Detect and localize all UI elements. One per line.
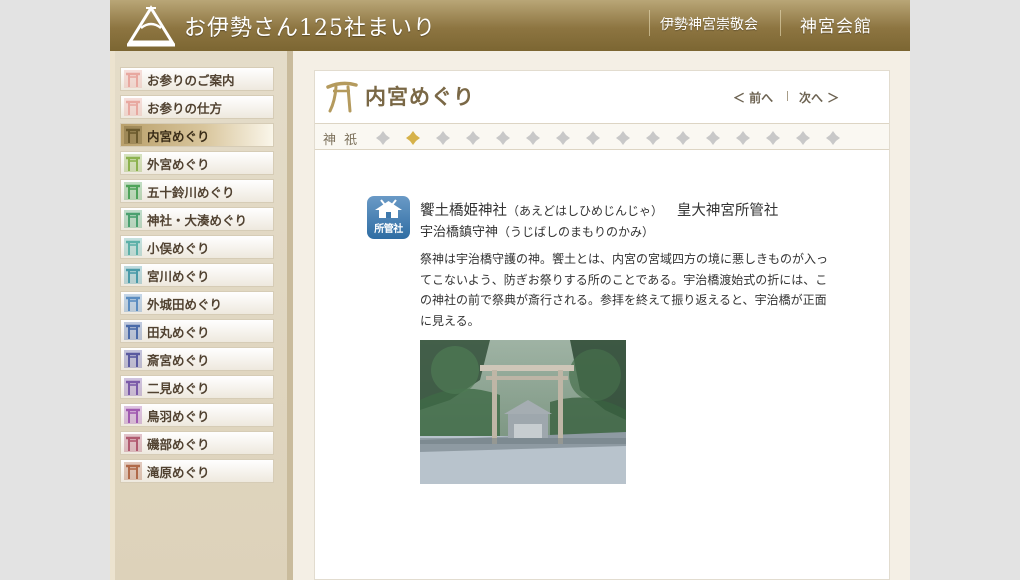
sidebar-item[interactable]: 宮川めぐり bbox=[120, 263, 274, 287]
sidebar-item[interactable]: 外宮めぐり bbox=[120, 151, 274, 175]
torii-icon bbox=[121, 404, 145, 426]
sidebar-item-label: お参りのご案内 bbox=[147, 72, 235, 88]
sidebar-item-label: 田丸めぐり bbox=[147, 324, 210, 340]
subnav-diamond-icon[interactable] bbox=[646, 130, 660, 145]
sidebar-item-label: 内宮めぐり bbox=[147, 128, 210, 144]
sidebar-item[interactable]: 二見めぐり bbox=[120, 375, 274, 399]
torii-icon bbox=[121, 376, 145, 398]
subnav-diamond-icon[interactable] bbox=[706, 130, 720, 145]
header-divider bbox=[649, 10, 650, 36]
shrine-description: 祭神は宇治橋守護の神。饗土とは、内宮の宮域四方の境に悪しきものが入ってこないよう… bbox=[420, 252, 829, 328]
torii-icon bbox=[121, 236, 145, 258]
torii-icon bbox=[121, 152, 145, 174]
shrine-name-line: 饗土橋姫神社（あえどはしひめじんじゃ） 皇大神宮所管社 bbox=[420, 199, 778, 220]
site-title[interactable]: お伊勢さん125社まいり bbox=[184, 10, 436, 42]
sidebar-item[interactable]: 磯部めぐり bbox=[120, 431, 274, 455]
next-link[interactable]: 次へ ＞ bbox=[799, 89, 839, 106]
deity-name: 宇治橋鎮守神 bbox=[420, 225, 499, 240]
sidebar-item[interactable]: 斎宮めぐり bbox=[120, 347, 274, 371]
shrine-building-icon bbox=[375, 199, 402, 218]
sidebar-item-label: 外宮めぐり bbox=[147, 156, 210, 172]
subnav-diamond-icon[interactable] bbox=[496, 130, 510, 145]
sidebar-item-label: お参りの仕方 bbox=[147, 100, 223, 116]
torii-icon bbox=[121, 208, 145, 230]
torii-icon bbox=[121, 96, 145, 118]
subnav-diamond-icon[interactable] bbox=[556, 130, 570, 145]
sidebar-item[interactable]: 五十鈴川めぐり bbox=[120, 179, 274, 203]
sidebar-item-label: 滝原めぐり bbox=[147, 464, 210, 480]
badge-label: 所管社 bbox=[374, 224, 403, 235]
shrine-affiliation: 皇大神宮所管社 bbox=[676, 203, 779, 219]
sidebar-item[interactable]: 神社・大湊めぐり bbox=[120, 207, 274, 231]
torii-icon bbox=[121, 348, 145, 370]
sidebar-item-label: 二見めぐり bbox=[147, 380, 210, 396]
sidebar-item-label: 磯部めぐり bbox=[147, 436, 210, 452]
subnav-diamond-icon[interactable] bbox=[436, 130, 450, 145]
shrine-photo bbox=[420, 340, 626, 484]
prev-link[interactable]: ＜ 前へ bbox=[733, 89, 773, 106]
site-header: お伊勢さん125社まいり 伊勢神宮崇敬会 神宮会館 bbox=[110, 0, 910, 51]
subnav-diamond-icon[interactable] bbox=[466, 130, 480, 145]
shokansha-badge: 所管社 bbox=[367, 196, 410, 239]
torii-heading-icon bbox=[326, 81, 358, 113]
sidebar-item-label: 小俣めぐり bbox=[147, 240, 210, 256]
subnav-diamond-icon[interactable] bbox=[406, 130, 420, 145]
shrine-roof-logo-icon[interactable] bbox=[124, 4, 178, 52]
subnav-diamond-icon[interactable] bbox=[526, 130, 540, 145]
sukeikai-link[interactable]: 伊勢神宮崇敬会 bbox=[660, 14, 758, 34]
sidebar-item[interactable]: お参りの仕方 bbox=[120, 95, 274, 119]
subnav-diamond-icon[interactable] bbox=[736, 130, 750, 145]
subnav-diamond-icon[interactable] bbox=[376, 130, 390, 145]
sidebar-item-label: 五十鈴川めぐり bbox=[147, 184, 235, 200]
sidebar-item-label: 斎宮めぐり bbox=[147, 352, 210, 368]
sidebar-item-label: 外城田めぐり bbox=[147, 296, 223, 312]
torii-icon bbox=[121, 320, 145, 342]
torii-icon bbox=[121, 460, 145, 482]
shrine-name: 饗土橋姫神社 bbox=[420, 203, 507, 219]
torii-icon bbox=[121, 292, 145, 314]
sidebar-item[interactable]: 鳥羽めぐり bbox=[120, 403, 274, 427]
sidebar-item[interactable]: 田丸めぐり bbox=[120, 319, 274, 343]
torii-icon bbox=[121, 68, 145, 90]
page: お伊勢さん125社まいり 伊勢神宮崇敬会 神宮会館 お参りのご案内 お参りの仕方内… bbox=[110, 0, 910, 580]
subnav-diamond-icon[interactable] bbox=[586, 130, 600, 145]
subnav-diamond-icon[interactable] bbox=[766, 130, 780, 145]
sidebar-item[interactable]: 小俣めぐり bbox=[120, 235, 274, 259]
subnav-diamond-icon[interactable] bbox=[616, 130, 630, 145]
subnav-diamond-icon[interactable] bbox=[796, 130, 810, 145]
torii-icon bbox=[121, 124, 145, 146]
subnav-diamond-icon[interactable] bbox=[826, 130, 840, 145]
torii-icon bbox=[121, 264, 145, 286]
page-heading: 内宮めぐり bbox=[325, 79, 475, 113]
sidebar-item-label: 神社・大湊めぐり bbox=[147, 212, 248, 228]
sidebar-item[interactable]: 滝原めぐり bbox=[120, 459, 274, 483]
deity-line: 宇治橋鎮守神（うじばしのまもりのかみ） bbox=[420, 221, 654, 240]
header-divider bbox=[780, 10, 781, 36]
sidebar-item[interactable]: 外城田めぐり bbox=[120, 291, 274, 315]
sidebar-item[interactable]: 内宮めぐり bbox=[120, 123, 274, 147]
pager-divider bbox=[787, 91, 788, 101]
sidebar-item[interactable]: お参りのご案内 bbox=[120, 67, 274, 91]
torii-icon bbox=[121, 432, 145, 454]
subnav-label: 神 祇 bbox=[323, 133, 360, 148]
jingu-kaikan-link[interactable]: 神宮会館 bbox=[800, 12, 872, 37]
sidebar-item-label: 鳥羽めぐり bbox=[147, 408, 210, 424]
sidebar-item-label: 宮川めぐり bbox=[147, 268, 210, 284]
main-panel: 内宮めぐり ＜ 前へ 次へ ＞ 神 祇 所管社 饗土橋姫神社（あえどはしひめじん… bbox=[314, 70, 890, 580]
shrine-reading: （あえどはしひめじんじゃ） bbox=[507, 204, 664, 218]
shrine-subnav: 神 祇 bbox=[315, 123, 889, 150]
deity-reading: （うじばしのまもりのかみ） bbox=[498, 225, 655, 239]
subnav-diamond-icon[interactable] bbox=[676, 130, 690, 145]
torii-icon bbox=[121, 180, 145, 202]
page-title: 内宮めぐり bbox=[365, 84, 475, 109]
